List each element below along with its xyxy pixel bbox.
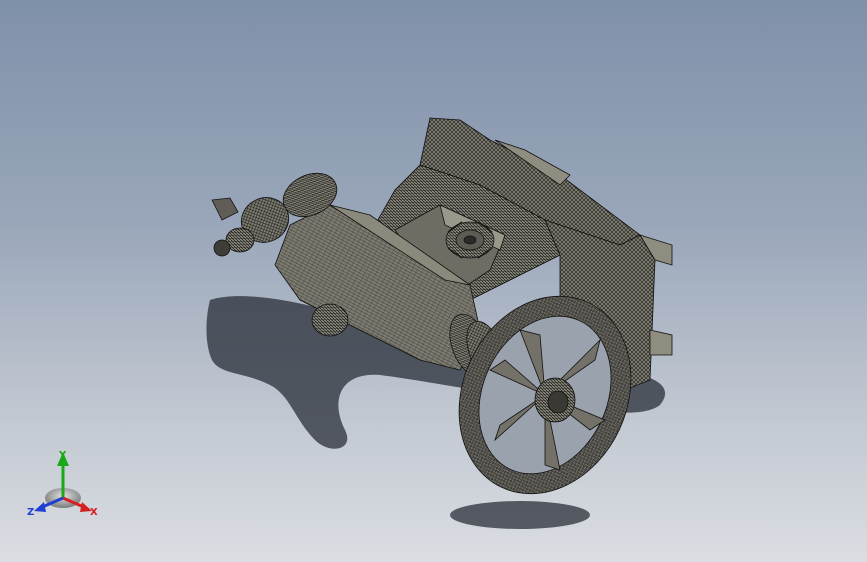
orientation-triad[interactable]: Y X Z xyxy=(27,450,98,518)
z-axis-label: Z xyxy=(27,507,34,518)
x-axis-label: X xyxy=(90,507,98,518)
model-canvas[interactable]: Y X Z xyxy=(0,0,867,562)
y-axis-label: Y xyxy=(58,450,67,461)
gear-mechanism[interactable] xyxy=(445,221,495,259)
graphics-viewport[interactable]: Y X Z xyxy=(0,0,867,562)
trunnion-ball[interactable] xyxy=(311,303,349,337)
z-axis-head xyxy=(34,502,46,512)
